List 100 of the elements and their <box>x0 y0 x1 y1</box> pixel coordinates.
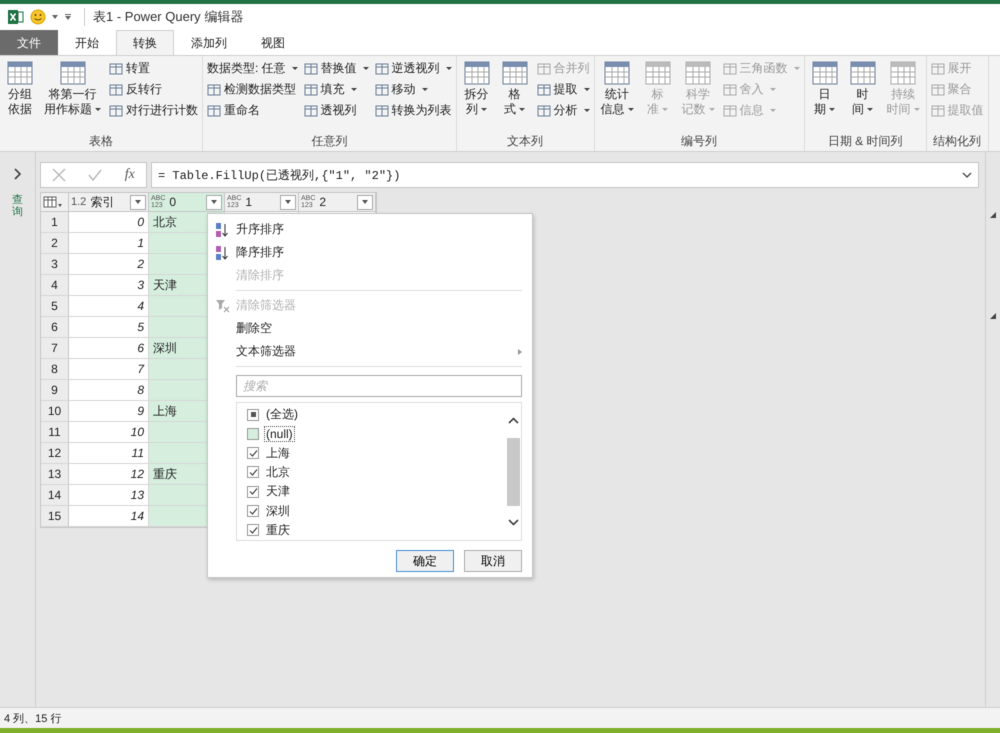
column-name: 索引 <box>90 194 116 210</box>
ribbon-table-icon <box>536 82 551 96</box>
value-label[interactable]: 北京 <box>265 464 291 481</box>
value-label[interactable]: 天津 <box>265 483 291 500</box>
value-label[interactable]: 重庆 <box>265 522 291 539</box>
ribbon-grid-icon <box>6 59 34 87</box>
ribbon-table-icon <box>374 104 389 118</box>
ribbon-button[interactable]: 反转行 <box>109 80 198 99</box>
ribbon-table-icon <box>109 82 123 96</box>
ribbon-button[interactable]: 移动 <box>374 80 452 99</box>
scroll-down-icon[interactable] <box>508 519 518 526</box>
ribbon-button[interactable]: 逆透视列 <box>374 59 452 78</box>
sort-ascending-icon <box>215 222 229 238</box>
ribbon-grid-icon <box>462 59 491 87</box>
ribbon-button[interactable]: 转置 <box>109 59 198 78</box>
smiley-icon[interactable] <box>30 9 46 25</box>
row-number: 9 <box>41 380 69 401</box>
table-cell: 0 <box>69 212 149 233</box>
ribbon-large-button[interactable]: 时 间 <box>846 59 879 133</box>
ribbon-tab[interactable]: 转换 <box>116 30 174 55</box>
ribbon-grid-icon <box>848 59 877 87</box>
row-number: 11 <box>41 422 69 443</box>
ribbon-button[interactable]: 分析 <box>536 101 590 120</box>
ribbon-large-button[interactable]: 分组 依据 <box>4 59 36 133</box>
row-number: 13 <box>41 464 69 485</box>
file-tab[interactable]: 文件 <box>0 30 58 55</box>
filter-dropdown-button[interactable] <box>130 194 146 210</box>
table-menu-icon[interactable] <box>43 196 63 208</box>
ribbon-button[interactable]: 提取 <box>536 80 590 99</box>
insert-function-button[interactable]: fx <box>124 167 135 183</box>
ribbon-button[interactable]: 重命名 <box>207 101 298 120</box>
ribbon-large-button[interactable]: 格 式 <box>498 59 531 133</box>
ribbon-button[interactable]: 检测数据类型 <box>207 80 298 99</box>
table-cell: 3 <box>69 275 149 296</box>
expand-chevron-icon[interactable] <box>962 171 972 179</box>
filter-dropdown-button[interactable] <box>280 194 296 210</box>
status-text: 4 列、15 行 <box>4 712 62 726</box>
row-number: 12 <box>41 443 69 464</box>
filter-dropdown-button[interactable] <box>206 194 222 210</box>
ribbon-button[interactable]: 转换为列表 <box>374 101 452 120</box>
ribbon-table-icon <box>109 104 123 118</box>
table-cell: 12 <box>69 464 149 485</box>
row-number: 1 <box>41 212 69 233</box>
ribbon-table-icon <box>722 82 737 96</box>
sort-descending-icon <box>215 244 229 260</box>
ribbon-table-icon <box>722 104 737 118</box>
menu-item[interactable]: 降序排序 <box>208 241 522 264</box>
scroll-up-icon[interactable] <box>508 417 518 424</box>
checkbox[interactable] <box>247 505 259 518</box>
ribbon-table-icon <box>722 62 737 76</box>
row-number: 6 <box>41 317 69 338</box>
queries-pane-label[interactable]: 查询 <box>12 194 23 218</box>
submenu-arrow-icon <box>518 348 522 354</box>
column-header[interactable]: 1.2 索引 <box>69 193 149 212</box>
ribbon-table-icon <box>930 104 945 118</box>
group-label: 结构化列 <box>933 133 982 150</box>
search-field[interactable]: 搜索 <box>236 375 522 397</box>
ribbon-button[interactable]: 对行进行计数 <box>109 101 198 120</box>
window-title: 表1 - Power Query 编辑器 <box>84 8 244 26</box>
ribbon-button[interactable]: 填充 <box>304 80 369 99</box>
ribbon-table-icon <box>374 82 389 96</box>
filter-dropdown-button[interactable] <box>357 194 373 210</box>
ribbon-large-button[interactable]: 将第一行 用作标题 <box>42 59 103 133</box>
checkbox[interactable] <box>247 524 259 536</box>
row-number: 15 <box>41 506 69 527</box>
group-label: 表格 <box>89 133 113 150</box>
ribbon-large-button[interactable]: 日 期 <box>808 59 841 133</box>
caret-icon <box>285 200 291 204</box>
group-label: 文本列 <box>507 133 544 150</box>
value-label[interactable]: 深圳 <box>265 502 291 520</box>
caret-icon[interactable] <box>52 15 58 19</box>
customize-toolbar-icon[interactable] <box>64 14 72 20</box>
value-label[interactable]: 上海 <box>265 444 291 462</box>
checkbox[interactable] <box>247 447 259 460</box>
ribbon-large-button[interactable]: 统计 信息 <box>598 59 636 133</box>
ribbon-table-icon <box>304 82 318 96</box>
value-label[interactable]: (全选) <box>265 406 299 424</box>
row-number: 2 <box>41 233 69 254</box>
value-label[interactable]: (null) <box>265 426 294 441</box>
checkbox[interactable] <box>247 466 259 478</box>
ribbon-button[interactable]: 透视列 <box>304 101 369 120</box>
collapse-triangle-icon[interactable] <box>990 212 996 218</box>
menu-item[interactable]: 删除空 <box>208 317 522 340</box>
caret-icon <box>135 200 141 204</box>
row-number: 10 <box>41 401 69 422</box>
expand-chevron-icon[interactable] <box>14 168 22 180</box>
ribbon-button[interactable]: 替换值 <box>304 59 369 78</box>
formula-field[interactable]: = Table.FillUp(已透视列,{"1", "2"}) <box>151 162 979 188</box>
ribbon-table-icon <box>304 104 318 118</box>
cancel-button[interactable]: 取消 <box>464 550 522 572</box>
checkbox[interactable] <box>247 408 259 421</box>
checkbox[interactable] <box>247 428 259 440</box>
collapse-triangle-icon[interactable] <box>990 313 996 319</box>
ok-button[interactable]: 确定 <box>396 550 454 572</box>
checkbox[interactable] <box>247 486 259 498</box>
ribbon-grid-icon <box>684 59 712 87</box>
ribbon-button[interactable]: 数据类型: 任意 <box>207 59 298 78</box>
row-number: 3 <box>41 254 69 275</box>
scrollbar-thumb[interactable] <box>506 438 520 506</box>
ribbon-large-button[interactable]: 拆分 列 <box>460 59 493 133</box>
